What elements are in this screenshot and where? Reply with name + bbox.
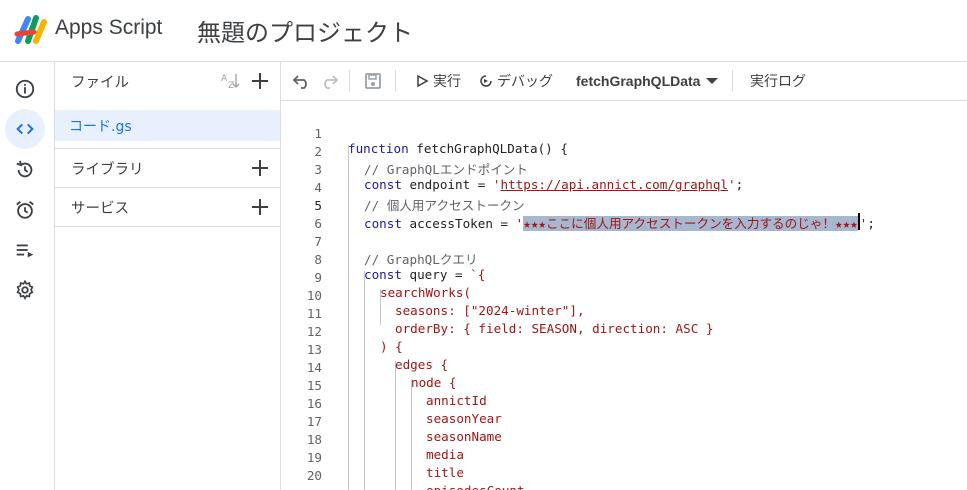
- services-label: サービス: [71, 200, 129, 217]
- services-section: サービス: [55, 188, 280, 226]
- debug-label: デバッグ: [497, 74, 553, 90]
- settings-nav-item[interactable]: [5, 270, 45, 310]
- add-file-plus-icon[interactable]: [249, 70, 271, 92]
- code-line[interactable]: // 個人用アクセストークン: [281, 180, 967, 213]
- add-service-plus-icon[interactable]: [249, 196, 271, 218]
- code-line[interactable]: // GraphQLエンドポイント: [281, 144, 967, 177]
- toolbar-separator: [349, 70, 350, 92]
- info-icon: [15, 79, 35, 99]
- code-text: ;: [867, 216, 875, 231]
- divider: [55, 226, 280, 227]
- code-line[interactable]: searchWorks(: [281, 270, 967, 300]
- undo-icon[interactable]: [292, 71, 312, 91]
- save-icon[interactable]: [363, 71, 383, 91]
- code-line[interactable]: ) {: [281, 324, 967, 354]
- code-line[interactable]: function fetchGraphQLData() {: [281, 126, 967, 156]
- sort-az-icon[interactable]: A Z: [220, 72, 240, 90]
- run-label: 実行: [433, 74, 461, 90]
- code-line[interactable]: const query = `{: [281, 252, 967, 282]
- code-line[interactable]: orderBy: { field: SEASON, direction: ASC…: [281, 306, 967, 336]
- play-icon: [417, 74, 429, 88]
- executions-icon: [16, 244, 34, 258]
- toolbar-separator: [732, 70, 733, 92]
- file-item-code-gs[interactable]: コード.gs: [55, 110, 280, 141]
- settings-icon: [16, 279, 34, 300]
- history-icon: [16, 160, 33, 178]
- text-cursor: [857, 213, 860, 230]
- code-editor-icon: [16, 123, 34, 135]
- selected-function: fetchGraphQLData: [576, 73, 701, 89]
- debug-button[interactable]: デバッグ: [479, 62, 553, 100]
- function-selector-dropdown[interactable]: fetchGraphQLData: [576, 62, 719, 100]
- code-line[interactable]: edges {: [281, 342, 967, 372]
- execution-log-label: 実行ログ: [750, 74, 806, 90]
- code-line[interactable]: annictId: [281, 378, 967, 408]
- app-name[interactable]: Apps Script: [55, 16, 162, 40]
- libraries-label: ライブラリ: [71, 161, 144, 178]
- project-title[interactable]: 無題のプロジェクト: [197, 13, 413, 48]
- svg-text:A: A: [221, 74, 228, 84]
- code-line[interactable]: seasonYear: [281, 396, 967, 426]
- execution-log-button[interactable]: 実行ログ: [750, 62, 806, 100]
- add-library-plus-icon[interactable]: [249, 157, 271, 179]
- redo-icon[interactable]: [319, 71, 339, 91]
- apps-script-logo-icon[interactable]: [14, 14, 48, 44]
- chevron-down-icon: [706, 78, 719, 84]
- code-line[interactable]: title: [281, 450, 967, 480]
- files-header: ファイル A Z: [55, 62, 280, 100]
- editor-nav-item[interactable]: [5, 109, 45, 149]
- triggers-icon: [16, 201, 34, 219]
- file-name: コード.gs: [69, 119, 132, 135]
- code-line[interactable]: media: [281, 432, 967, 462]
- keyword: const: [364, 216, 402, 231]
- left-nav-rail: [0, 62, 55, 490]
- libraries-section: ライブラリ: [55, 149, 280, 187]
- editor-toolbar: 実行 デバッグ fetchGraphQLData 実行ログ: [281, 62, 967, 101]
- toolbar-separator: [395, 70, 396, 92]
- code-editor[interactable]: 1 2 3 4 5 6 7 8 9 10 11 12 13 14 15 16 1…: [281, 101, 967, 490]
- code-line[interactable]: node {: [281, 360, 967, 390]
- code-line[interactable]: seasons: ["2024-winter"],: [281, 288, 967, 318]
- debug-icon: [480, 75, 492, 87]
- code-line[interactable]: const endpoint = 'https://api.annict.com…: [281, 162, 967, 192]
- history-nav-item[interactable]: [5, 150, 45, 190]
- template-text: episodesCount: [426, 483, 525, 490]
- code-line[interactable]: episodesCount: [281, 468, 967, 490]
- code-line[interactable]: // GraphQLクエリ: [281, 234, 967, 267]
- overview-nav-item[interactable]: [5, 69, 45, 109]
- selected-text[interactable]: ★★★ここに個人用アクセストークンを入力するのじゃ！★★★: [523, 216, 858, 231]
- svg-text:Z: Z: [228, 81, 234, 90]
- triggers-nav-item[interactable]: [5, 190, 45, 230]
- code-line[interactable]: seasonName: [281, 414, 967, 444]
- executions-nav-item[interactable]: [5, 230, 45, 270]
- app-header: Apps Script 無題のプロジェクト: [0, 0, 967, 62]
- files-label: ファイル: [71, 74, 129, 91]
- code-text: accessToken =: [401, 216, 516, 231]
- files-panel: ファイル A Z コード.gs ライブラリ サービス: [55, 62, 281, 490]
- run-button[interactable]: 実行: [415, 62, 461, 100]
- code-line-current[interactable]: const accessToken = '★★★ここに個人用アクセストークンを入…: [281, 198, 967, 231]
